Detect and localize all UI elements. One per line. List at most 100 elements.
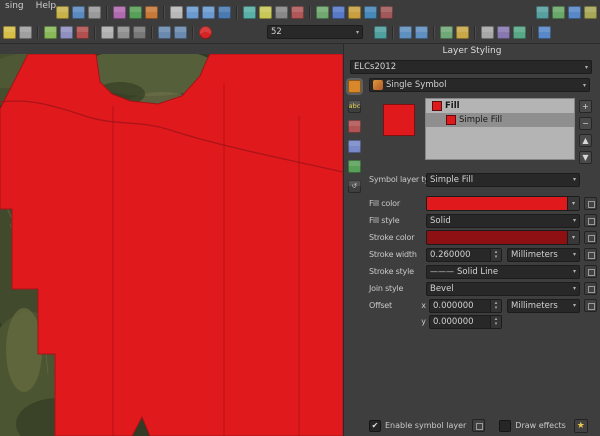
move-symbol-layer-up-button[interactable]: ▲ [579,134,592,147]
symbol-layer-type-combo[interactable]: Simple Fill ▾ [426,173,580,187]
stroke-color-override-button[interactable] [584,231,597,244]
join-style-combo[interactable]: Bevel ▾ [426,282,580,296]
toggle-editing-icon[interactable] [3,26,16,39]
fill-style-override-button[interactable] [584,214,597,227]
symbol-preview[interactable] [383,104,415,136]
chevron-down-icon[interactable]: ▾ [567,197,579,210]
copy-features-icon[interactable] [117,26,130,39]
zoom-full-icon[interactable] [218,6,231,19]
history-tab-icon[interactable]: ↺ [348,180,361,193]
stroke-width-override-button[interactable] [584,248,597,261]
add-feature-icon[interactable] [44,26,57,39]
fill-style-combo[interactable]: Solid ▾ [426,214,580,228]
symbol-tree-child-row[interactable]: Simple Fill [426,113,574,127]
save-layer-edits-icon[interactable] [19,26,32,39]
data-source-manager-icon[interactable] [145,6,158,19]
redo-icon[interactable] [174,26,187,39]
stream-digitizing-icon[interactable] [199,26,212,39]
draw-effects-checkbox[interactable] [499,420,511,432]
vertex-tool-icon[interactable] [60,26,73,39]
enable-symbol-layer-checkbox[interactable]: ✔ [369,420,381,432]
symbol-tree-child-label: Simple Fill [459,115,502,125]
toolbar-group-views [374,26,551,39]
cut-features-icon[interactable] [101,26,114,39]
measure-line-icon[interactable] [316,6,329,19]
offset-unit-combo[interactable]: Millimeters ▾ [507,299,580,313]
labels-tab-icon[interactable]: abc [348,100,361,113]
new-print-layout-icon[interactable] [88,6,101,19]
statistics-icon[interactable] [497,26,510,39]
toolbar-value-combo[interactable]: 52 ▾ [267,25,363,39]
menubar: sing Help [5,1,56,11]
new-3d-map-icon[interactable] [440,26,453,39]
stroke-width-unit-combo[interactable]: Millimeters ▾ [507,248,580,262]
offset-override-button[interactable] [584,299,597,312]
toolbar-separator [37,26,39,39]
offset-y-spinbox[interactable]: 0.000000 ▴▾ [429,315,502,329]
mask-tab-icon[interactable] [348,120,361,133]
stroke-width-spinbox[interactable]: 0.260000 ▴▾ [426,248,502,262]
fill-style-value: Solid [430,216,451,226]
metasearch-icon[interactable] [568,6,581,19]
layer-selector-combo[interactable]: ELCs2012 ▾ [350,60,592,74]
field-calculator-icon[interactable] [291,6,304,19]
join-style-override-button[interactable] [584,282,597,295]
spin-arrows-icon[interactable]: ▴▾ [490,316,501,328]
zoom-in-icon[interactable] [186,6,199,19]
help-contents-icon[interactable] [538,26,551,39]
move-symbol-layer-down-button[interactable]: ▼ [579,151,592,164]
offset-x-spinbox[interactable]: 0.000000 ▴▾ [429,299,502,313]
zoom-to-layer-icon[interactable] [415,26,428,39]
save-project-icon[interactable] [72,6,85,19]
remove-symbol-layer-button[interactable]: − [579,117,592,130]
zoom-out-icon[interactable] [202,6,215,19]
open-attribute-table-icon[interactable] [275,6,288,19]
pan-map-icon[interactable] [170,6,183,19]
stroke-style-override-button[interactable] [584,265,597,278]
chevron-down-icon: ▾ [570,302,576,309]
manage-layers-icon[interactable] [129,6,142,19]
plugin-manager-icon[interactable] [584,6,597,19]
renderer-combo[interactable]: Single Symbol ▾ [369,78,590,92]
open-project-icon[interactable] [56,6,69,19]
new-annotation-icon[interactable] [348,6,361,19]
python-console-icon[interactable] [364,6,377,19]
map-bookmarks-icon[interactable] [332,6,345,19]
select-features-icon[interactable] [259,6,272,19]
identify-features-icon[interactable] [243,6,256,19]
search-icon[interactable] [536,6,549,19]
style-manager-icon[interactable] [113,6,126,19]
symbol-layer-tree: Fill Simple Fill [425,98,575,160]
undo-icon[interactable] [158,26,171,39]
stroke-color-button[interactable]: ▾ [426,230,580,245]
symbol-tree-root-row[interactable]: Fill [426,99,574,113]
spin-arrows-icon[interactable]: ▴▾ [490,300,501,312]
chevron-down-icon: ▾ [570,268,576,275]
spin-arrows-icon[interactable]: ▴▾ [490,249,501,261]
delete-selected-icon[interactable] [76,26,89,39]
add-symbol-layer-button[interactable]: + [579,100,592,113]
symbology-tab-icon[interactable] [348,80,361,93]
raster-calculator-icon[interactable] [513,26,526,39]
enable-symbol-data-defined-button[interactable] [472,419,485,432]
select-by-expression-icon[interactable] [374,26,387,39]
stroke-style-combo[interactable]: ——— Solid Line ▾ [426,265,580,279]
menu-item-help[interactable]: Help [36,1,57,11]
chevron-down-icon[interactable]: ▾ [567,231,579,244]
customize-effects-button[interactable]: ★ [574,419,588,433]
zoom-to-selection-icon[interactable] [399,26,412,39]
stroke-width-value: 0.260000 [430,250,471,260]
menu-item[interactable]: sing [5,1,24,11]
fill-color-override-button[interactable] [584,197,597,210]
temporal-controller-icon[interactable] [456,26,469,39]
fill-color-button[interactable]: ▾ [426,196,580,211]
view-3d-tab-icon[interactable] [348,140,361,153]
symbol-layer-buttons: + − ▲ ▼ [579,100,593,164]
layout-manager-icon[interactable] [481,26,494,39]
map-canvas[interactable] [0,54,343,436]
diagrams-tab-icon[interactable] [348,160,361,173]
paste-features-icon[interactable] [133,26,146,39]
processing-toolbox-icon[interactable] [380,6,393,19]
toolbar-row-1 [56,6,597,19]
grass-tools-icon[interactable] [552,6,565,19]
